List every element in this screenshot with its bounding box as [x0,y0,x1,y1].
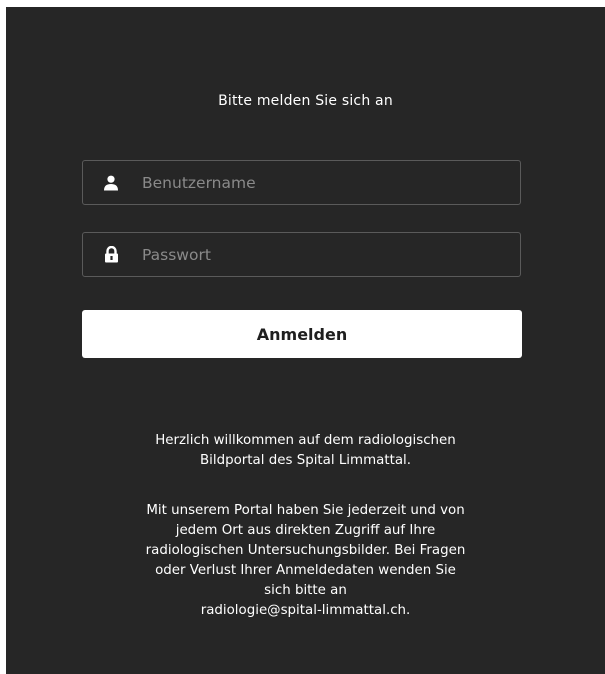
help-line: oder Verlust Ihrer Anmeldedaten wenden S… [155,563,456,578]
welcome-line: Herzlich willkommen auf dem radiologisch… [155,433,456,448]
login-panel: Bitte melden Sie sich an Anmelden Herzli… [6,7,605,674]
welcome-line: Bildportal des Spital Limmattal. [199,453,412,468]
welcome-text: Herzlich willkommen auf dem radiologisch… [6,431,605,471]
login-heading: Bitte melden Sie sich an [218,93,393,109]
contact-email: radiologie@spital-limmattal.ch. [200,603,411,618]
password-input[interactable] [142,233,520,276]
username-input[interactable] [142,161,520,204]
login-button[interactable]: Anmelden [82,310,522,358]
password-field[interactable] [82,232,521,277]
help-text: Mit unserem Portal haben Sie jederzeit u… [6,501,605,621]
lock-icon [103,246,119,264]
username-field[interactable] [82,160,521,205]
user-icon [103,174,119,192]
help-line: sich bitte an [264,583,347,598]
help-line: jedem Ort aus direkten Zugriff auf Ihre [175,523,436,538]
help-line: Mit unserem Portal haben Sie jederzeit u… [146,503,465,518]
help-line: radiologischen Untersuchungsbilder. Bei … [145,543,466,558]
